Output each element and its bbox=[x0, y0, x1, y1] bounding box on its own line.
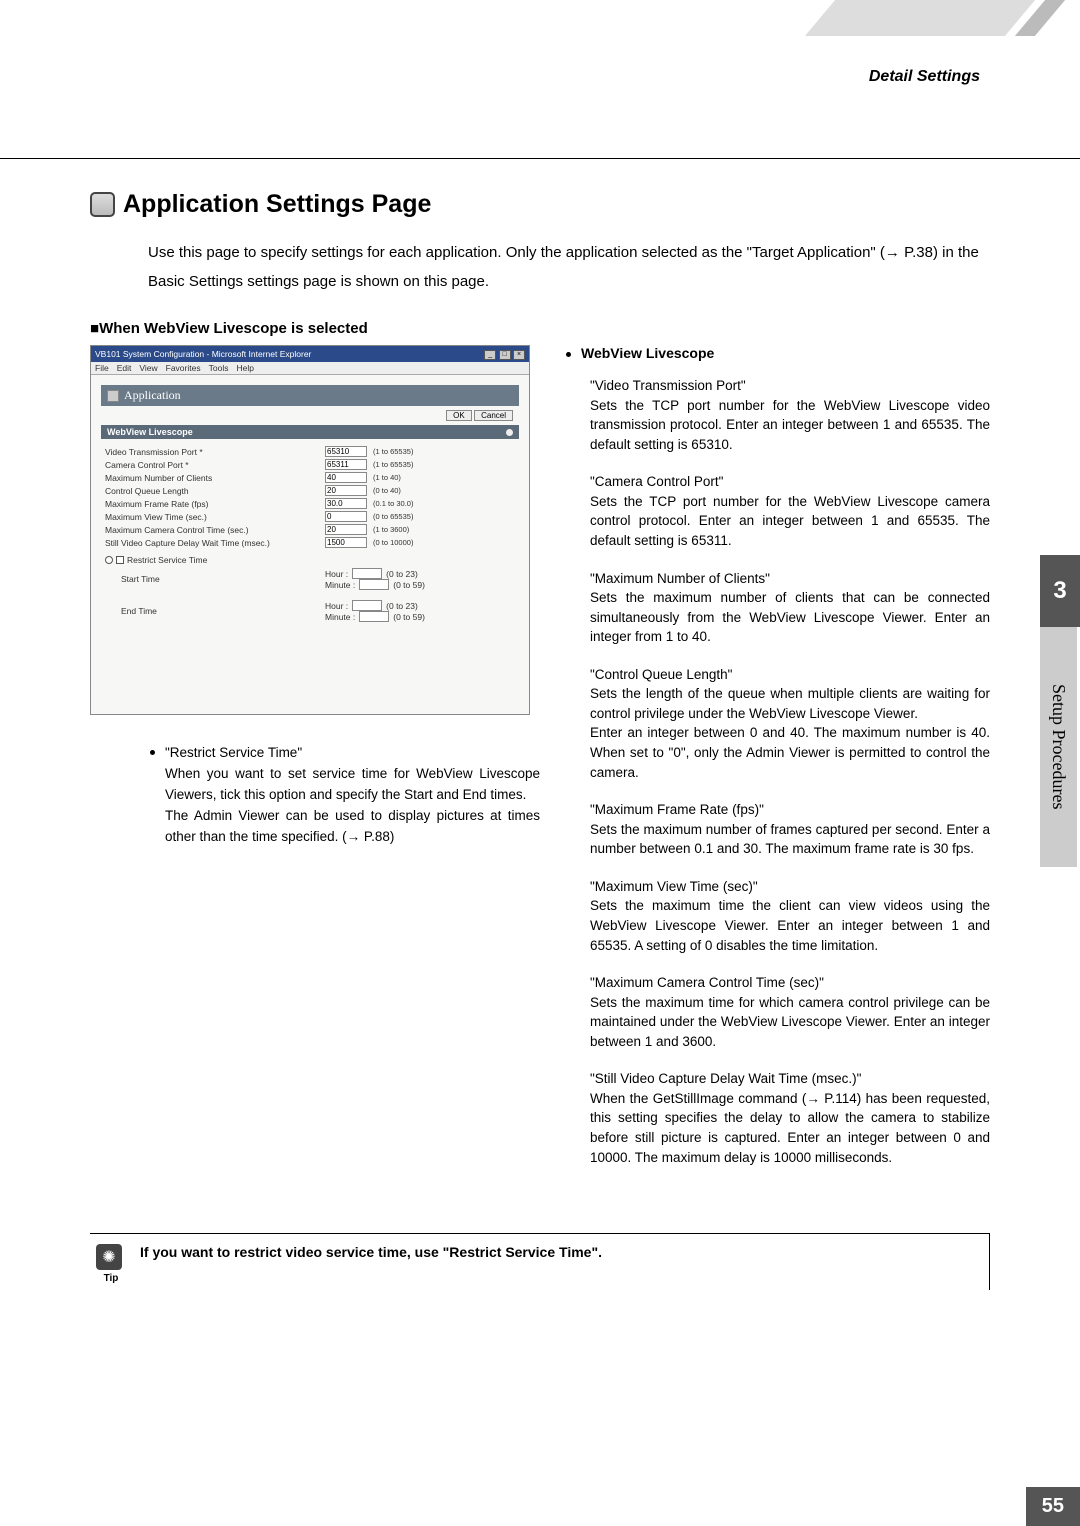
menu-tools[interactable]: Tools bbox=[209, 363, 229, 373]
webview-header: WebView Livescope bbox=[101, 425, 519, 439]
restrict-title: "Restrict Service Time" bbox=[165, 743, 540, 764]
intro-paragraph: Use this page to specify settings for ea… bbox=[148, 239, 990, 296]
setting-item: "Maximum View Time (sec)"Sets the maximu… bbox=[590, 877, 990, 955]
form-hint: (0 to 40) bbox=[373, 486, 401, 495]
page-number: 55 bbox=[1026, 1487, 1080, 1526]
chapter-number: 3 bbox=[1040, 555, 1080, 627]
end-minute-input[interactable] bbox=[359, 611, 389, 622]
setting-item-title: "Camera Control Port" bbox=[590, 472, 990, 492]
minimize-icon[interactable]: _ bbox=[484, 350, 496, 360]
heading-icon bbox=[90, 192, 115, 217]
form-input-5[interactable] bbox=[325, 511, 367, 522]
header-rule bbox=[0, 158, 1080, 159]
form-hint: (1 to 40) bbox=[373, 473, 401, 482]
form-input-0[interactable] bbox=[325, 446, 367, 457]
form-input-6[interactable] bbox=[325, 524, 367, 535]
menu-edit[interactable]: Edit bbox=[117, 363, 132, 373]
setting-item-body: Sets the maximum number of clients that … bbox=[590, 588, 990, 647]
form-label: Maximum Frame Rate (fps) bbox=[105, 499, 325, 509]
restrict-label: Restrict Service Time bbox=[127, 555, 207, 565]
form-label: Control Queue Length bbox=[105, 486, 325, 496]
restrict-radio[interactable] bbox=[105, 556, 113, 564]
setting-item-body: When the GetStillImage command (→ P.114)… bbox=[590, 1089, 990, 1167]
setting-item-title: "Still Video Capture Delay Wait Time (ms… bbox=[590, 1069, 990, 1089]
window-control-buttons: _ □ × bbox=[484, 348, 525, 360]
setting-item: "Video Transmission Port"Sets the TCP po… bbox=[590, 376, 990, 454]
setting-item-title: "Maximum View Time (sec)" bbox=[590, 877, 990, 897]
form-hint: (1 to 3600) bbox=[373, 525, 409, 534]
setting-item: "Control Queue Length"Sets the length of… bbox=[590, 665, 990, 782]
setting-item-body: Sets the maximum time the client can vie… bbox=[590, 896, 990, 955]
ok-button[interactable]: OK bbox=[446, 410, 472, 421]
form-hint: (0 to 65535) bbox=[373, 512, 413, 521]
setting-item: "Maximum Frame Rate (fps)"Sets the maxim… bbox=[590, 800, 990, 859]
menu-view[interactable]: View bbox=[139, 363, 157, 373]
webview-heading: WebView Livescope bbox=[581, 345, 714, 361]
start-hour-input[interactable] bbox=[352, 568, 382, 579]
setting-item-title: "Maximum Frame Rate (fps)" bbox=[590, 800, 990, 820]
application-header-icon bbox=[107, 390, 119, 402]
bullet-icon bbox=[150, 750, 155, 755]
setting-item-title: "Control Queue Length" bbox=[590, 665, 990, 685]
start-time-label: Start Time bbox=[105, 574, 325, 584]
form-hint: (1 to 65535) bbox=[373, 447, 413, 456]
window-title: VB101 System Configuration - Microsoft I… bbox=[95, 349, 311, 359]
tip-icon: ✺ bbox=[96, 1244, 122, 1270]
restrict-body-1: When you want to set service time for We… bbox=[165, 764, 540, 806]
restrict-checkbox[interactable] bbox=[116, 556, 124, 564]
setting-item-body: Sets the length of the queue when multip… bbox=[590, 684, 990, 782]
form-label: Still Video Capture Delay Wait Time (mse… bbox=[105, 538, 325, 548]
cancel-button[interactable]: Cancel bbox=[474, 410, 513, 421]
when-heading: ■When WebView Livescope is selected bbox=[90, 320, 990, 337]
form-input-7[interactable] bbox=[325, 537, 367, 548]
tip-box: ✺ Tip If you want to restrict video serv… bbox=[90, 1233, 990, 1290]
setting-item-body: Sets the TCP port number for the WebView… bbox=[590, 396, 990, 455]
form-label: Video Transmission Port * bbox=[105, 447, 325, 457]
collapse-icon[interactable] bbox=[506, 429, 513, 436]
maximize-icon[interactable]: □ bbox=[499, 350, 511, 360]
setting-item: "Camera Control Port"Sets the TCP port n… bbox=[590, 472, 990, 550]
menubar: File Edit View Favorites Tools Help bbox=[91, 362, 529, 375]
menu-favorites[interactable]: Favorites bbox=[166, 363, 201, 373]
bullet-icon bbox=[566, 352, 571, 357]
form-label: Maximum View Time (sec.) bbox=[105, 512, 325, 522]
chapter-tab: 3 Setup Procedures bbox=[1040, 555, 1080, 867]
form-label: Camera Control Port * bbox=[105, 460, 325, 470]
setting-item-body: Sets the maximum number of frames captur… bbox=[590, 820, 990, 859]
close-icon[interactable]: × bbox=[513, 350, 525, 360]
setting-item: "Maximum Camera Control Time (sec)"Sets … bbox=[590, 973, 990, 1051]
menu-help[interactable]: Help bbox=[236, 363, 253, 373]
settings-screenshot: VB101 System Configuration - Microsoft I… bbox=[90, 345, 530, 715]
setting-item-title: "Maximum Camera Control Time (sec)" bbox=[590, 973, 990, 993]
form-hint: (0 to 10000) bbox=[373, 538, 413, 547]
form-label: Maximum Camera Control Time (sec.) bbox=[105, 525, 325, 535]
application-header: Application bbox=[101, 385, 519, 406]
form-hint: (1 to 65535) bbox=[373, 460, 413, 469]
form-input-3[interactable] bbox=[325, 485, 367, 496]
restrict-body-2: The Admin Viewer can be used to display … bbox=[165, 806, 540, 848]
end-time-label: End Time bbox=[105, 606, 325, 616]
section-breadcrumb: Detail Settings bbox=[869, 68, 980, 86]
setting-item-title: "Video Transmission Port" bbox=[590, 376, 990, 396]
menu-file[interactable]: File bbox=[95, 363, 109, 373]
form-input-2[interactable] bbox=[325, 472, 367, 483]
chapter-name: Setup Procedures bbox=[1040, 627, 1077, 867]
start-minute-input[interactable] bbox=[359, 579, 389, 590]
end-hour-input[interactable] bbox=[352, 600, 382, 611]
form-hint: (0.1 to 30.0) bbox=[373, 499, 413, 508]
setting-item: "Still Video Capture Delay Wait Time (ms… bbox=[590, 1069, 990, 1167]
page-title: Application Settings Page bbox=[123, 190, 431, 219]
form-label: Maximum Number of Clients bbox=[105, 473, 325, 483]
setting-item-title: "Maximum Number of Clients" bbox=[590, 569, 990, 589]
form-input-4[interactable] bbox=[325, 498, 367, 509]
tip-label: Tip bbox=[96, 1273, 126, 1284]
window-titlebar: VB101 System Configuration - Microsoft I… bbox=[91, 346, 529, 362]
setting-item-body: Sets the maximum time for which camera c… bbox=[590, 993, 990, 1052]
setting-item-body: Sets the TCP port number for the WebView… bbox=[590, 492, 990, 551]
form-input-1[interactable] bbox=[325, 459, 367, 470]
tip-text: If you want to restrict video service ti… bbox=[140, 1244, 977, 1260]
header-decoration bbox=[805, 0, 1035, 36]
setting-item: "Maximum Number of Clients"Sets the maxi… bbox=[590, 569, 990, 647]
